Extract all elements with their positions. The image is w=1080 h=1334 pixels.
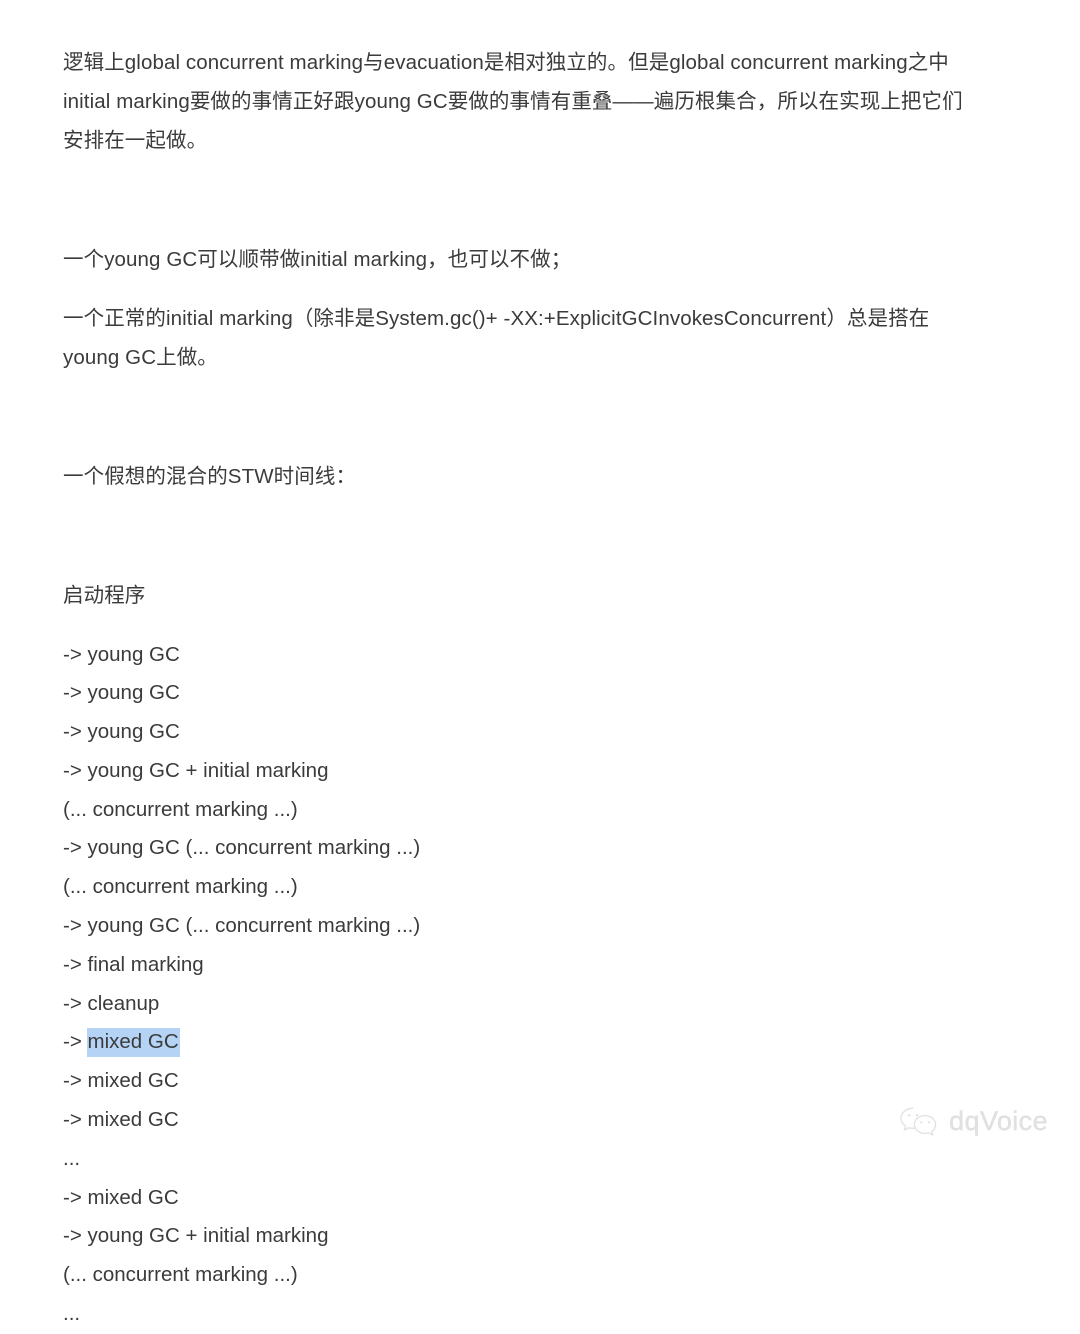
timeline-item: (... concurrent marking ...)	[63, 1256, 978, 1295]
paragraph-overview: 逻辑上global concurrent marking与evacuation是…	[63, 50, 963, 152]
timeline-item-label: -> mixed GC	[63, 1108, 179, 1132]
timeline-item-label: -> young GC (... concurrent marking ...)	[63, 836, 421, 860]
timeline-item-label: -> young GC	[63, 720, 180, 744]
timeline-item-label: -> final marking	[63, 952, 204, 976]
timeline-item-label: (... concurrent marking ...)	[63, 797, 298, 821]
timeline-heading: 启动程序	[63, 584, 146, 607]
timeline-item-label: (... concurrent marking ...)	[63, 1263, 298, 1287]
timeline-item: -> young GC	[63, 674, 978, 713]
timeline-item-label: (... concurrent marking ...)	[63, 875, 298, 899]
timeline-item-label: -> young GC	[63, 681, 180, 705]
timeline-item: (... concurrent marking ...)	[63, 868, 978, 907]
document-content: 逻辑上global concurrent marking与evacuation是…	[63, 22, 978, 1334]
timeline-item-selected-text[interactable]: mixed GC	[86, 1028, 180, 1058]
timeline-item: -> final marking	[63, 946, 978, 985]
timeline-item-label: -> cleanup	[63, 991, 160, 1015]
timeline-item-label: -> young GC + initial marking	[63, 1224, 329, 1248]
timeline-item: -> mixed GC	[63, 1101, 978, 1140]
timeline-item: -> young GC (... concurrent marking ...)	[63, 829, 978, 868]
timeline-item-label: -> mixed GC	[63, 1185, 179, 1209]
paragraph-initial-marking-rule: 一个正常的initial marking（除非是System.gc()+ -XX…	[63, 307, 930, 369]
timeline-item-label: ...	[63, 1302, 81, 1326]
timeline-item: -> young GC + initial marking	[63, 752, 978, 791]
stw-timeline-list: -> young GC -> young GC -> young GC -> youn…	[63, 636, 978, 1334]
timeline-item-label: ...	[63, 1146, 81, 1170]
document-page: 逻辑上global concurrent marking与evacuation是…	[0, 0, 1080, 1325]
timeline-item: -> young GC + initial marking	[63, 1217, 978, 1256]
timeline-item: -> mixed GC	[63, 1062, 978, 1101]
timeline-item-label: -> mixed GC	[63, 1069, 179, 1093]
timeline-item-label: -> young GC (... concurrent marking ...)	[63, 914, 421, 938]
paragraph-spacer-3	[63, 517, 978, 556]
timeline-item: -> young GC (... concurrent marking ...)	[63, 907, 978, 946]
timeline-item-label: -> young GC + initial marking	[63, 758, 329, 782]
timeline-item: -> young GC	[63, 636, 978, 675]
timeline-item: ...	[63, 1140, 978, 1179]
timeline-item: -> young GC	[63, 713, 978, 752]
timeline-item-label: -> young GC	[63, 642, 180, 666]
timeline-item: -> mixed GC	[63, 1023, 978, 1062]
paragraph-spacer-2	[63, 398, 978, 437]
paragraph-young-gc-optional: 一个young GC可以顺带做initial marking，也可以不做；	[63, 247, 572, 271]
timeline-item-arrow: ->	[63, 1030, 88, 1054]
timeline-item: ...	[63, 1295, 978, 1334]
timeline-item: -> mixed GC	[63, 1179, 978, 1218]
timeline-item: -> cleanup	[63, 985, 978, 1024]
paragraph-timeline-intro: 一个假想的混合的STW时间线：	[63, 465, 357, 488]
timeline-item: (... concurrent marking ...)	[63, 791, 978, 830]
